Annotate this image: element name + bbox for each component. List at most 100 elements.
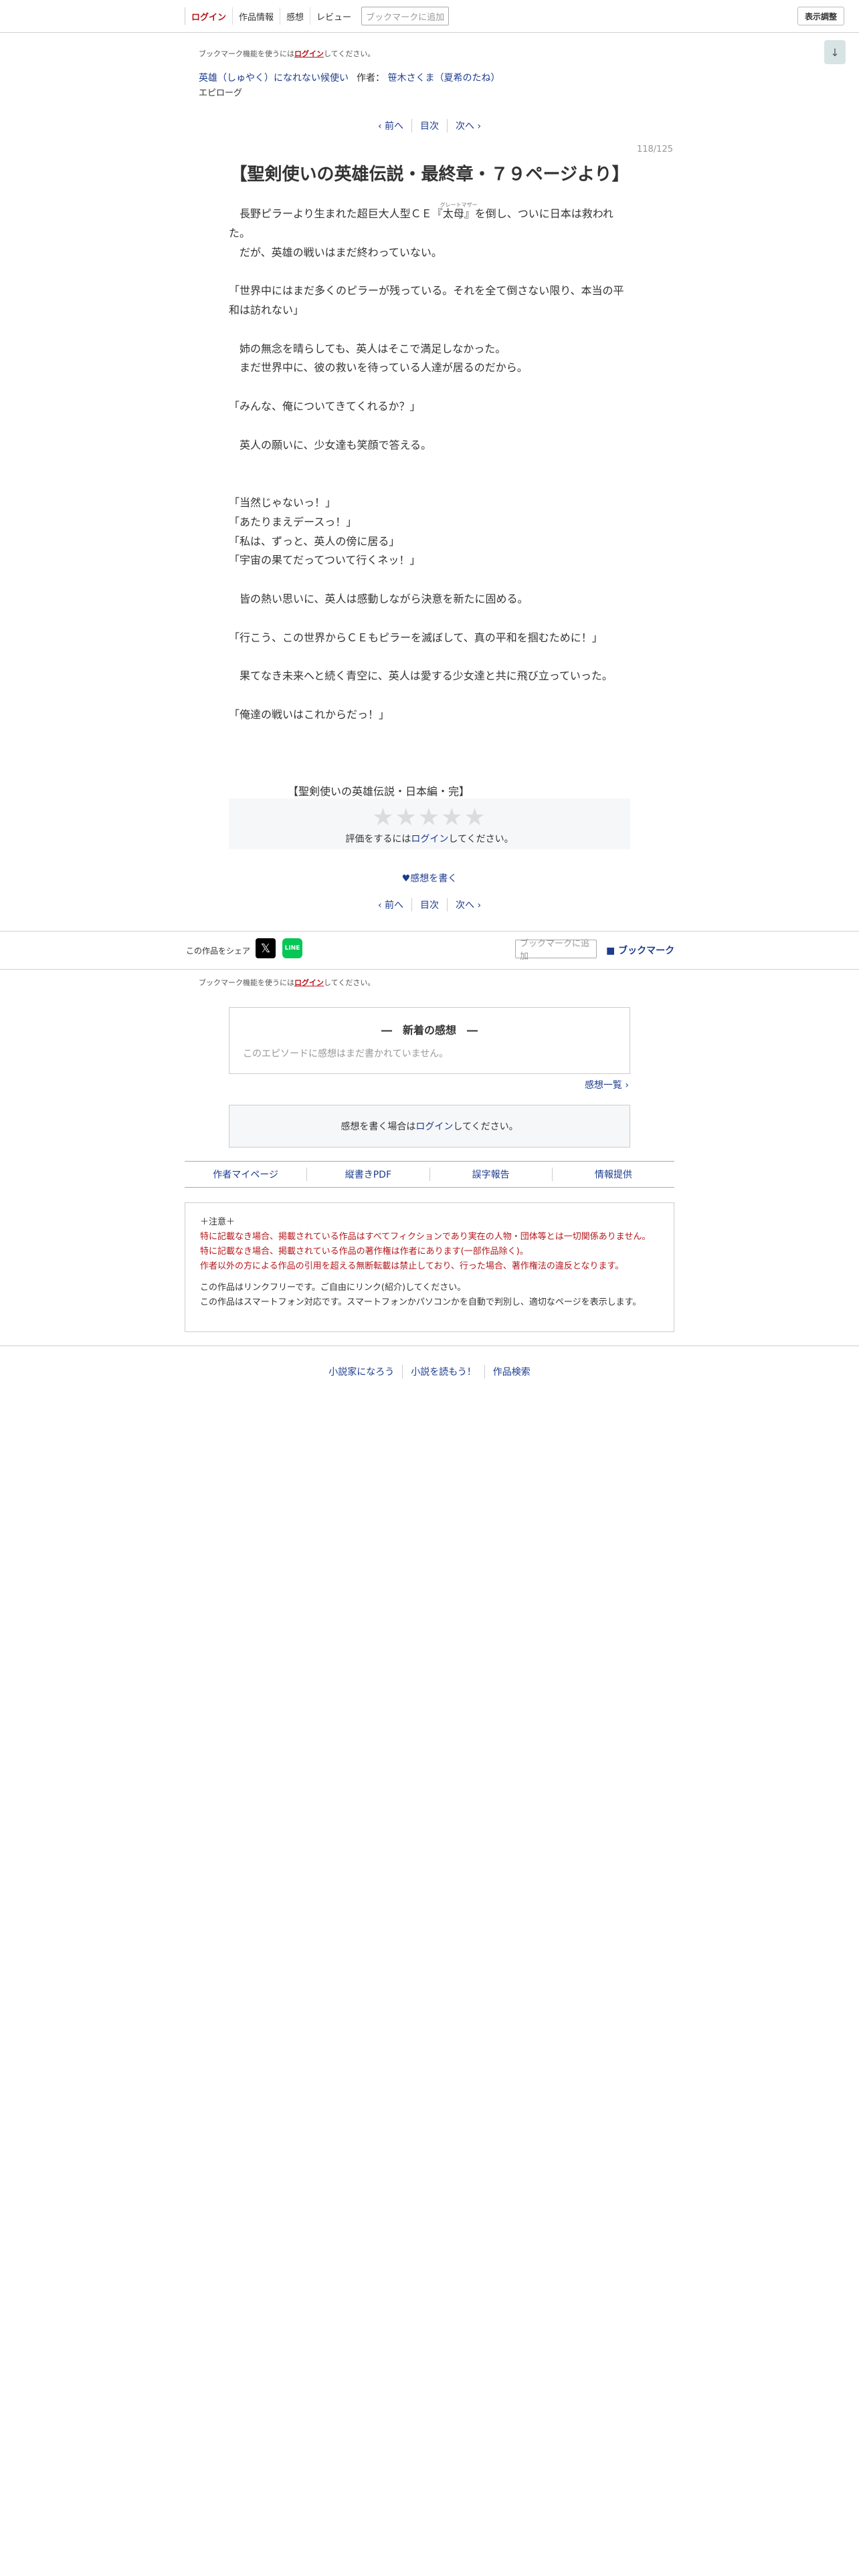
toc-link[interactable]: 目次 [411, 119, 447, 132]
body-text-segment: 』を倒し、ついに日本は救われ [464, 207, 613, 220]
rating-stars-icon[interactable]: ★★★★★ [229, 804, 630, 831]
impression-login-box: 感想を書く場合は ログイン してください。 [229, 1105, 630, 1148]
episode-chapter-label: エピローグ [199, 88, 243, 98]
notice-warning: 特に記載なき場合、掲載されている作品の著作権は作者にあります(一部作品除く)。 [200, 1247, 529, 1257]
bookmark-icon: ■ [606, 946, 619, 956]
body-line: まだ世界中に、彼の救いを待っている人達が居るのだから。 [229, 361, 528, 374]
write-impression-link[interactable]: ♥感想を書く [0, 871, 859, 885]
body-line [229, 417, 630, 436]
top-nav: ログイン 作品情報 感想 レビュー ブックマークに追加 [185, 0, 450, 32]
rating-box: ★★★★★ 評価をするにはログインしてください。 [229, 798, 630, 849]
body-line: 「みんな、俺についてきてくれるか？」 [229, 399, 421, 413]
notice-warning: 作者以外の方による作品の引用を超える無断転載は禁止しており、行った場合、著作権法… [200, 1261, 624, 1271]
impression-login-prefix: 感想を書く場合は [341, 1121, 416, 1132]
prev-link[interactable]: ‹ 前へ [370, 898, 411, 911]
rating-notice: 評価をするにはログインしてください。 [229, 832, 630, 845]
episode-title: 【聖剣使いの英雄伝説・最終章・７９ページより】 [229, 165, 630, 185]
impression-login-link[interactable]: ログイン [415, 1119, 453, 1133]
info-provide-link[interactable]: 情報提供 [551, 1168, 674, 1181]
bookmark-add-button[interactable]: ブックマークに追加 [515, 939, 597, 962]
rating-notice-suffix: してください。 [448, 834, 514, 845]
rating-login-link[interactable]: ログイン [411, 834, 448, 845]
toc-link[interactable]: 目次 [411, 898, 447, 911]
body-line [229, 320, 630, 340]
bookmark-button[interactable]: ■ ブックマーク [606, 944, 674, 957]
body-line [229, 455, 630, 474]
body-line: 果てなき未来へと続く青空に、英人は愛する少女達と共に飛び立っていった。 [229, 669, 613, 683]
ruby-term: グレートマザー 太母 [440, 202, 478, 224]
login-link[interactable]: ログイン [185, 7, 232, 25]
body-line: 「あたりまえデースっ！」 [229, 515, 357, 528]
x-share-icon[interactable]: 𝕏 [256, 938, 276, 958]
body-line [229, 570, 630, 590]
prev-link[interactable]: ‹ 前へ [370, 119, 411, 132]
new-impressions-box: ― 新着の感想 ― このエピソードに感想はまだ書かれていません。 [229, 1007, 630, 1074]
series-info: 英雄（しゅやく）になれない候使い 作者： 笹木さくま（夏希のたね） [199, 71, 500, 84]
body-line [229, 744, 630, 763]
body-line [229, 725, 630, 744]
bookmark-label: ブックマーク [618, 946, 675, 956]
no-impressions-text: このエピソードに感想はまだ書かれていません。 [243, 1049, 449, 1059]
body-line: 「私は、ずっと、英人の傍に居る」 [229, 534, 400, 548]
body-line: 「世界中にはまだ多くのピラーが残っている。それを全て倒さない限り、本当の平 [229, 284, 624, 298]
author-link[interactable]: 笹木さくま（夏希のたね） [387, 73, 500, 84]
pager-top: ‹ 前へ 目次 次へ › [0, 119, 859, 132]
line-share-icon[interactable]: LINE [282, 938, 302, 958]
body-line: 「俺達の戦いはこれからだっ！」 [229, 708, 390, 721]
notice-gap [200, 1274, 650, 1281]
notice-warning: 特に記載なき場合、掲載されている作品はすべてフィクションであり実在の人物・団体等… [200, 1232, 651, 1242]
notice-box: ＋注意＋ 特に記載なき場合、掲載されている作品はすべてフィクションであり実在の人… [185, 1202, 674, 1332]
pager-bottom: ‹ 前へ 目次 次へ › [0, 898, 859, 911]
author-mypage-link[interactable]: 作者マイページ [185, 1168, 306, 1181]
bookmark-notice-suffix: してください。 [324, 49, 375, 58]
body-line [229, 262, 630, 282]
body-line: 姉の無念を晴らしても、英人はそこで満足しなかった。 [229, 342, 506, 355]
episode-body: 長野ピラーより生まれた超巨大人型ＣＥ『 グレートマザー 太母』を倒し、ついに日本は救… [229, 202, 630, 802]
search-link[interactable]: 作品検索 [484, 1365, 539, 1378]
bookmark-notice-login-link[interactable]: ログイン [294, 978, 324, 987]
impressions-list-link[interactable]: 感想一覧 › [575, 1078, 629, 1091]
impression-login-suffix: してください。 [453, 1121, 518, 1132]
review-link[interactable]: レビュー [310, 7, 357, 25]
body-line: 「当然じゃないっ！」 [229, 496, 337, 509]
rating-notice-prefix: 評価をするには [345, 834, 411, 845]
body-text-segment: 長野ピラーより生まれた超巨大人型ＣＥ『 [229, 207, 443, 220]
notice-content: ＋注意＋ 特に記載なき場合、掲載されている作品はすべてフィクションであり実在の人… [200, 1215, 650, 1310]
bookmark-notice: ブックマーク機能を使うにはログインしてください。 [199, 48, 375, 59]
work-info-link[interactable]: 作品情報 [232, 7, 280, 25]
bookmark-notice-prefix: ブックマーク機能を使うには [199, 978, 294, 987]
page-count: 118/125 [636, 144, 673, 154]
series-title-link[interactable]: 英雄（しゅやく）になれない候使い [199, 73, 349, 84]
scroll-down-icon[interactable]: ↓ [824, 40, 846, 64]
bookmark-notice-login-link[interactable]: ログイン [294, 49, 324, 58]
body-line: た。 [229, 226, 251, 239]
body-line: 長野ピラーより生まれた超巨大人型ＣＥ『 グレートマザー 太母』を倒し、ついに日本は救… [229, 202, 630, 224]
body-line: 「行こう、この世界からＣＥもピラーを滅ぼして、真の平和を掴むために！」 [229, 631, 603, 644]
site-footer: 小説家になろう 小説を読もう！ 作品検索 [0, 1346, 859, 1384]
body-line: 英人の願いに、少女達も笑顔で答える。 [229, 438, 432, 451]
bookmark-notice-prefix: ブックマーク機能を使うには [199, 49, 294, 58]
yomou-link[interactable]: 小説を読もう！ [402, 1365, 484, 1378]
next-link[interactable]: 次へ › [447, 119, 489, 132]
typo-report-link[interactable]: 誤字報告 [429, 1168, 552, 1181]
new-impressions-title: ― 新着の感想 ― [381, 1024, 478, 1037]
body-line [229, 378, 630, 397]
body-line [229, 474, 630, 494]
bookmark-add-button[interactable]: ブックマークに追加 [361, 7, 450, 25]
display-settings-button[interactable]: 表示調整 [797, 7, 845, 25]
bookmark-notice-suffix: してください。 [324, 978, 375, 987]
ruby-reading: グレートマザー [440, 202, 478, 208]
narou-link[interactable]: 小説家になろう [320, 1365, 402, 1378]
next-link[interactable]: 次へ › [447, 898, 489, 911]
site-footer-links: 小説家になろう 小説を読もう！ 作品検索 [0, 1365, 859, 1378]
author-label: 作者： [357, 73, 385, 84]
notice-heading: ＋注意＋ [200, 1217, 235, 1227]
bookmark-notice: ブックマーク機能を使うにはログインしてください。 [199, 977, 375, 988]
vertical-pdf-link[interactable]: 縦書きPDF [306, 1168, 429, 1181]
share-label: この作品をシェア [186, 946, 251, 956]
body-line: 「宇宙の果てだってついて行くネッ！」 [229, 554, 421, 567]
body-line: 和は訪れない」 [229, 303, 304, 316]
body-line: 皆の熱い思いに、英人は感動しながら決意を新たに固める。 [229, 592, 529, 605]
impressions-link[interactable]: 感想 [280, 7, 310, 25]
body-line [229, 763, 630, 782]
